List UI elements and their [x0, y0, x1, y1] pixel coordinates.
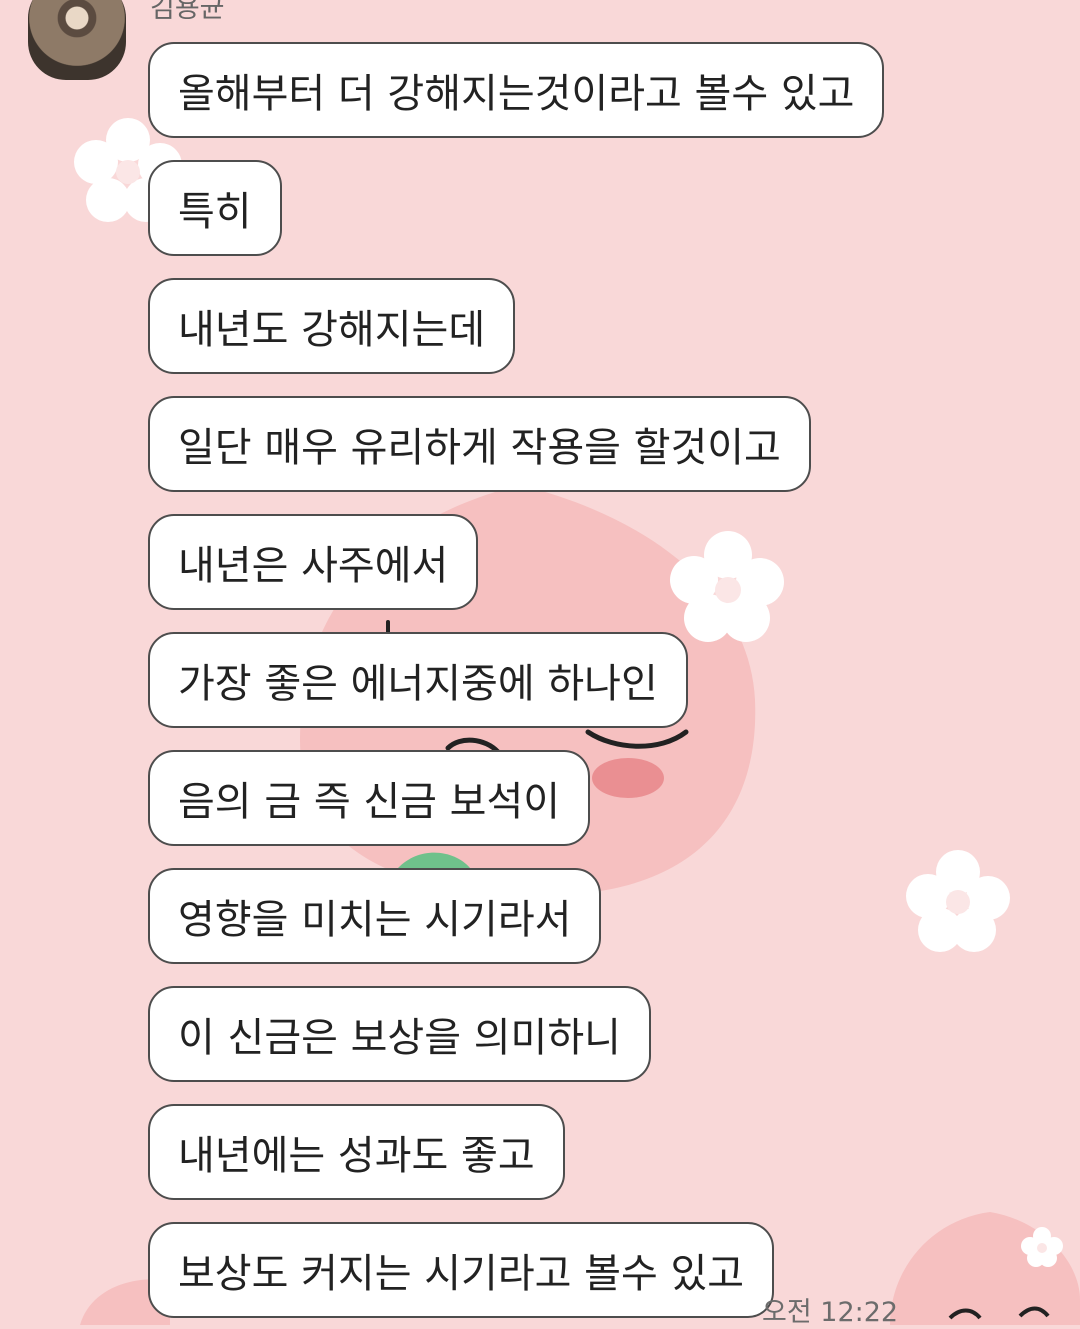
peach-character [890, 1212, 1080, 1325]
message-bubble[interactable]: 내년은 사주에서 [148, 514, 479, 610]
message-timestamp: 오전 12:22 [762, 1297, 899, 1328]
message-bubble[interactable]: 이 신금은 보상을 의미하니 [148, 986, 651, 1082]
message-bubble[interactable]: 내년도 강해지는데 [148, 278, 516, 374]
message-bubble[interactable]: 일단 매우 유리하게 작용을 할것이고 [148, 396, 811, 492]
message-bubble[interactable]: 내년에는 성과도 좋고 [148, 1104, 565, 1200]
flower-icon [906, 850, 1010, 952]
message-bubble[interactable]: 특히 [148, 160, 282, 256]
message-bubble[interactable]: 음의 금 즉 신금 보석이 [148, 750, 591, 846]
message-bubble[interactable]: 가장 좋은 에너지중에 하나인 [148, 632, 688, 728]
flower-icon [670, 531, 784, 642]
message-bubble[interactable]: 영향을 미치는 시기라서 [148, 868, 602, 964]
sender-name: 김용균 [150, 0, 225, 24]
message-bubble[interactable]: 보상도 커지는 시기라고 볼수 있고 [148, 1222, 775, 1318]
message-bubble[interactable]: 올해부터 더 강해지는것이라고 볼수 있고 [148, 42, 885, 138]
avatar[interactable] [28, 0, 126, 80]
